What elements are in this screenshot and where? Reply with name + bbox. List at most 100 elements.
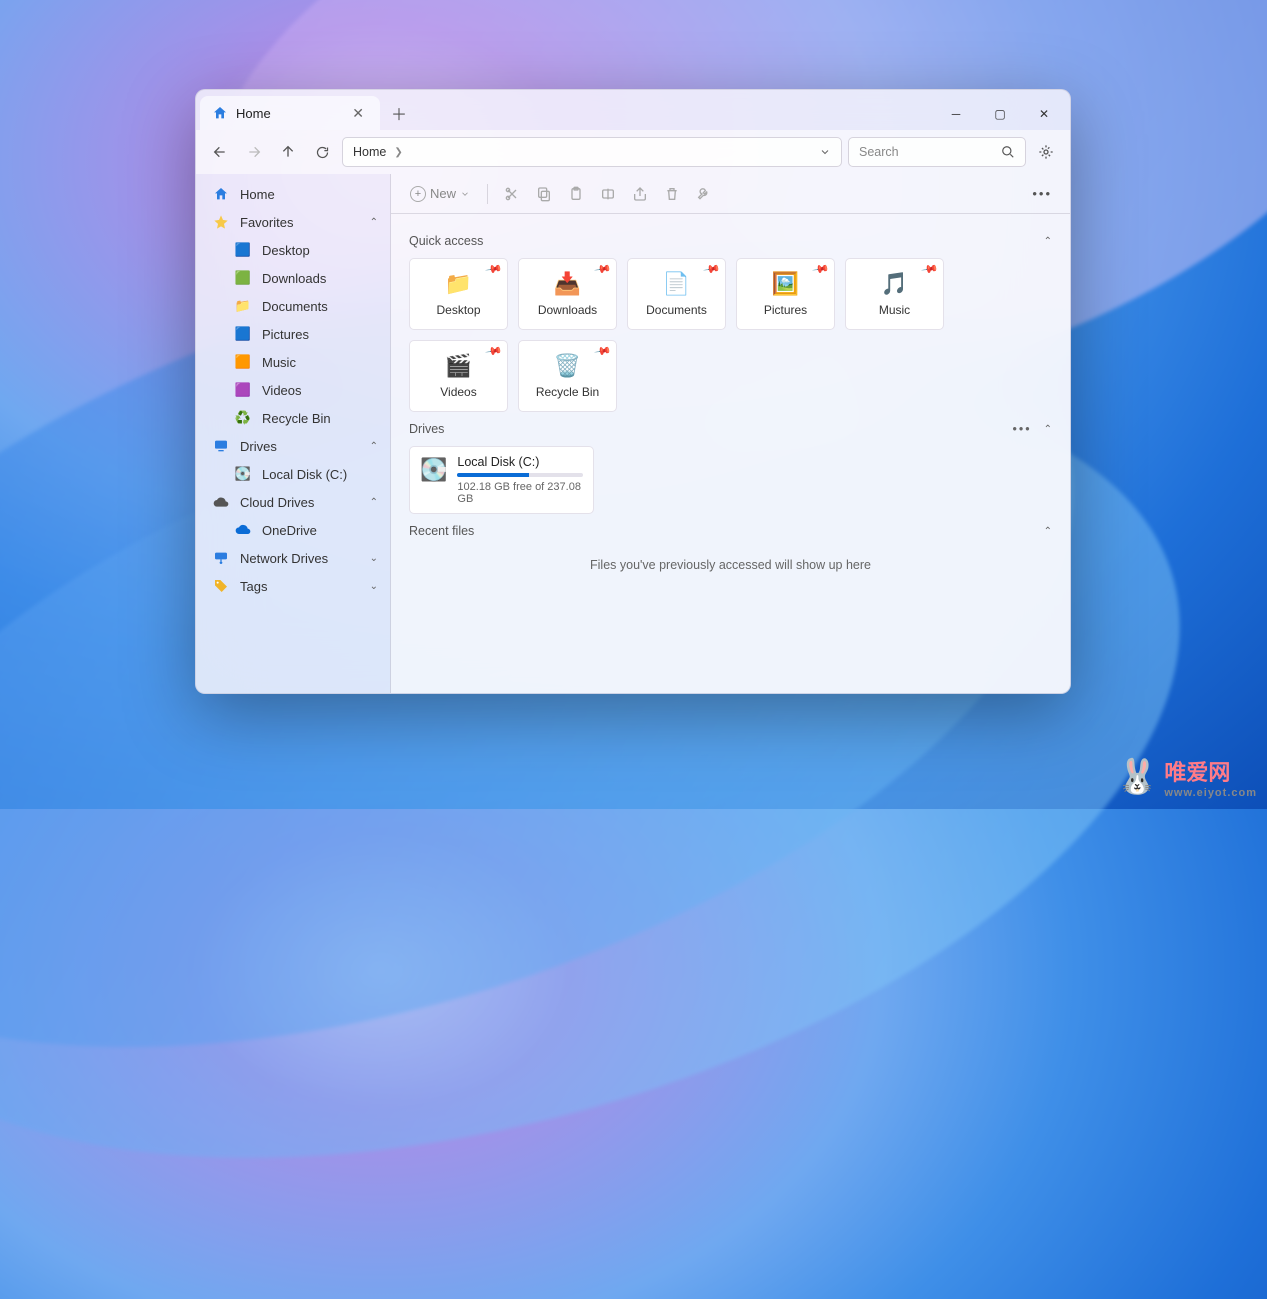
folder-desktop-icon: 📁: [445, 271, 472, 297]
breadcrumb-segment[interactable]: Home: [353, 145, 386, 159]
sidebar-item-music[interactable]: 🟧Music: [198, 348, 388, 376]
breadcrumb-bar[interactable]: Home ❯: [342, 137, 842, 167]
window-controls: ─ ▢ ✕: [934, 98, 1066, 130]
folder-videos-icon: 🎬: [445, 353, 472, 379]
folder-icon: 🟩: [234, 270, 252, 286]
home-icon: [212, 105, 228, 121]
refresh-button[interactable]: [308, 138, 336, 166]
sidebar-item-desktop[interactable]: 🟦Desktop: [198, 236, 388, 264]
tab-strip: Home ✕ ＋ ─ ▢ ✕: [196, 90, 1070, 130]
chevron-down-icon[interactable]: ⌄: [370, 581, 378, 592]
file-explorer-window: Home ✕ ＋ ─ ▢ ✕ Home ❯ S: [195, 89, 1071, 694]
quick-access-tiles: 📌📁Desktop 📌📥Downloads 📌📄Documents 📌🖼️Pic…: [409, 258, 1052, 412]
maximize-button[interactable]: ▢: [978, 98, 1022, 130]
sidebar-item-local-disk-c[interactable]: 💽Local Disk (C:): [198, 460, 388, 488]
close-tab-button[interactable]: ✕: [348, 103, 368, 124]
breadcrumb-dropdown[interactable]: [819, 146, 831, 158]
folder-icon: 📁: [234, 298, 252, 314]
sidebar-cloud-drives[interactable]: Cloud Drives ⌃: [198, 488, 388, 516]
tile-recycle-bin[interactable]: 📌🗑️Recycle Bin: [518, 340, 617, 412]
pin-icon[interactable]: 📌: [921, 260, 940, 279]
search-icon: [1001, 145, 1015, 159]
sidebar-drives[interactable]: Drives ⌃: [198, 432, 388, 460]
folder-downloads-icon: 📥: [554, 271, 581, 297]
watermark: 🐰 唯爱网 www.eiyot.com: [1116, 755, 1257, 799]
tile-videos[interactable]: 📌🎬Videos: [409, 340, 508, 412]
sidebar: Home Favorites ⌃ 🟦Desktop 🟩Downloads 📁Do…: [196, 174, 391, 693]
star-icon: [212, 214, 230, 230]
tile-music[interactable]: 📌🎵Music: [845, 258, 944, 330]
sidebar-item-recycle-bin[interactable]: ♻️Recycle Bin: [198, 404, 388, 432]
sidebar-item-videos[interactable]: 🟪Videos: [198, 376, 388, 404]
close-window-button[interactable]: ✕: [1022, 98, 1066, 130]
toolbar: + New •••: [391, 174, 1070, 214]
chevron-right-icon: ❯: [394, 147, 402, 158]
paste-button[interactable]: [562, 180, 590, 208]
forward-button[interactable]: [240, 138, 268, 166]
sidebar-home[interactable]: Home: [198, 180, 388, 208]
more-button[interactable]: •••: [1026, 180, 1058, 208]
tile-desktop[interactable]: 📌📁Desktop: [409, 258, 508, 330]
search-box[interactable]: Search: [848, 137, 1026, 167]
sidebar-item-onedrive[interactable]: OneDrive: [198, 516, 388, 544]
plus-icon: +: [410, 186, 426, 202]
tile-pictures[interactable]: 📌🖼️Pictures: [736, 258, 835, 330]
bunny-icon: 🐰: [1116, 757, 1158, 797]
content-area: + New ••• Quick access ⌃: [391, 174, 1070, 693]
cut-button[interactable]: [498, 180, 526, 208]
cloud-icon: [212, 494, 230, 510]
tile-downloads[interactable]: 📌📥Downloads: [518, 258, 617, 330]
pin-icon[interactable]: 📌: [703, 260, 722, 279]
share-button[interactable]: [626, 180, 654, 208]
pin-icon[interactable]: 📌: [812, 260, 831, 279]
pin-icon[interactable]: 📌: [485, 342, 504, 361]
tab-home[interactable]: Home ✕: [200, 96, 380, 130]
minimize-button[interactable]: ─: [934, 98, 978, 130]
collapse-button[interactable]: ⌃: [1044, 424, 1052, 435]
folder-icon: 🟪: [234, 382, 252, 398]
chevron-down-icon[interactable]: ⌄: [370, 553, 378, 564]
monitor-icon: [212, 438, 230, 454]
recycle-bin-icon: 🗑️: [554, 353, 581, 379]
folder-icon: 🟦: [234, 242, 252, 258]
chevron-down-icon: [460, 189, 470, 199]
more-button[interactable]: •••: [1012, 422, 1031, 436]
pin-icon[interactable]: 📌: [594, 260, 613, 279]
onedrive-icon: [234, 522, 252, 538]
back-button[interactable]: [206, 138, 234, 166]
quick-access-header: Quick access ⌃: [409, 234, 1052, 248]
chevron-up-icon[interactable]: ⌃: [370, 441, 378, 452]
settings-button[interactable]: [1032, 138, 1060, 166]
pin-icon[interactable]: 📌: [594, 342, 613, 361]
sidebar-favorites[interactable]: Favorites ⌃: [198, 208, 388, 236]
sidebar-item-documents[interactable]: 📁Documents: [198, 292, 388, 320]
up-button[interactable]: [274, 138, 302, 166]
folder-icon: 🟦: [234, 326, 252, 342]
properties-button[interactable]: [690, 180, 718, 208]
chevron-up-icon[interactable]: ⌃: [370, 217, 378, 228]
collapse-button[interactable]: ⌃: [1044, 236, 1052, 247]
recent-empty-text: Files you've previously accessed will sh…: [409, 558, 1052, 572]
network-icon: [212, 550, 230, 566]
search-placeholder: Search: [859, 145, 899, 159]
sidebar-item-downloads[interactable]: 🟩Downloads: [198, 264, 388, 292]
sidebar-item-pictures[interactable]: 🟦Pictures: [198, 320, 388, 348]
pin-icon[interactable]: 📌: [485, 260, 504, 279]
drive-icon: 💽: [234, 466, 252, 482]
folder-icon: 🟧: [234, 354, 252, 370]
rename-button[interactable]: [594, 180, 622, 208]
collapse-button[interactable]: ⌃: [1044, 526, 1052, 537]
copy-button[interactable]: [530, 180, 558, 208]
new-button[interactable]: + New: [403, 180, 477, 208]
new-tab-button[interactable]: ＋: [384, 98, 414, 128]
tab-title: Home: [236, 106, 271, 121]
drive-local-c[interactable]: 💽 Local Disk (C:) 102.18 GB free of 237.…: [409, 446, 594, 514]
folder-music-icon: 🎵: [881, 271, 908, 297]
chevron-up-icon[interactable]: ⌃: [370, 497, 378, 508]
tile-documents[interactable]: 📌📄Documents: [627, 258, 726, 330]
recycle-bin-icon: ♻️: [234, 410, 252, 426]
sidebar-network-drives[interactable]: Network Drives ⌄: [198, 544, 388, 572]
delete-button[interactable]: [658, 180, 686, 208]
sidebar-tags[interactable]: Tags ⌄: [198, 572, 388, 600]
home-icon: [212, 186, 230, 202]
